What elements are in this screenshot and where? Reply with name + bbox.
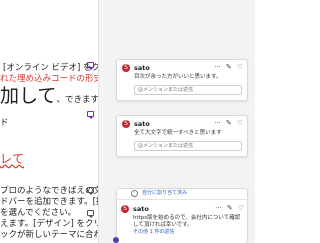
edit-icon[interactable]: ✎	[226, 63, 232, 71]
doc-text-line: レて	[0, 152, 25, 166]
comments-pane: S sato ··· ✎ ♡ 目次が余った方がいいと思います。 @メンションまた…	[98, 0, 255, 243]
doc-text-line: [オンライン ビデオ] をク	[3, 63, 98, 73]
comment-text: 目次が余った方がいいと思います。	[134, 74, 222, 80]
doc-text-line: れた埋め込みコードの形式	[0, 74, 98, 84]
more-options-icon[interactable]: ···	[214, 119, 221, 127]
comment-text: https版を始めるので、会社内について確認して頂ければ幸いです。	[133, 215, 241, 228]
document-page: [オンライン ビデオ] をク れた埋め込みコードの形式 加して、できます。キ ド…	[0, 0, 98, 243]
resolve-circle-icon[interactable]	[131, 190, 138, 197]
comment-marker-icon[interactable]	[87, 62, 94, 70]
doc-text-line: ックが新しいテーマに合わ	[0, 230, 98, 240]
show-replies-link[interactable]: その他 1 件の返信	[116, 229, 248, 236]
like-icon[interactable]: ♡	[237, 119, 243, 127]
avatar: S	[122, 64, 130, 72]
assigned-status-label: 自分に割り当て済み	[142, 190, 188, 196]
comment-card[interactable]: S sato ··· ✎ ♡ 全て大文字で統一すべきと思います @メンションまた…	[116, 115, 248, 157]
more-options-icon[interactable]: ···	[214, 63, 221, 71]
edit-icon[interactable]: ✎	[227, 204, 233, 212]
more-options-icon[interactable]: ···	[215, 204, 222, 212]
doc-text-line: レて	[0, 152, 24, 166]
avatar	[113, 237, 119, 243]
doc-text-line: えます。[デザイン] をクリ	[0, 219, 98, 229]
doc-text-line: ドバーを追加できます。[挿	[0, 197, 98, 207]
comment-marker-icon[interactable]	[87, 187, 94, 195]
comment-marker-icon[interactable]	[87, 111, 94, 119]
doc-text-line: ド	[0, 118, 9, 128]
avatar: S	[122, 120, 130, 128]
doc-text-line: を選んでください。	[0, 208, 77, 218]
doc-text-line: 、できます。	[56, 95, 98, 105]
doc-text-line: プロのようなできばえの文	[0, 186, 98, 196]
reply-input[interactable]: @メンションまたは返信	[134, 141, 242, 151]
like-icon[interactable]: ♡	[237, 63, 243, 71]
doc-text-line: れた埋め込みコードの形式	[0, 74, 98, 84]
edit-icon[interactable]: ✎	[226, 119, 232, 127]
assigned-status-row[interactable]: 自分に割り当て済み	[116, 188, 248, 200]
doc-heading-line: 加して、できます。キ	[0, 87, 98, 106]
comment-marker-icon[interactable]	[87, 210, 94, 218]
reply-input[interactable]: @メンションまたは返信	[134, 85, 242, 95]
avatar: S	[121, 205, 129, 213]
comment-author: sato	[134, 64, 150, 72]
like-icon[interactable]: ♡	[238, 204, 244, 212]
comment-card[interactable]: S sato ··· ✎ ♡ 目次が余った方がいいと思います。 @メンションまた…	[116, 59, 248, 101]
comment-text: 全て大文字で統一すべきと思います	[134, 130, 222, 136]
comment-author: sato	[134, 120, 150, 128]
comment-card-content: S sato ··· ✎ ♡ https版を始めるので、会社内について確認して頂…	[116, 201, 248, 236]
doc-heading: 加して	[0, 85, 57, 107]
comment-author: sato	[133, 205, 149, 213]
